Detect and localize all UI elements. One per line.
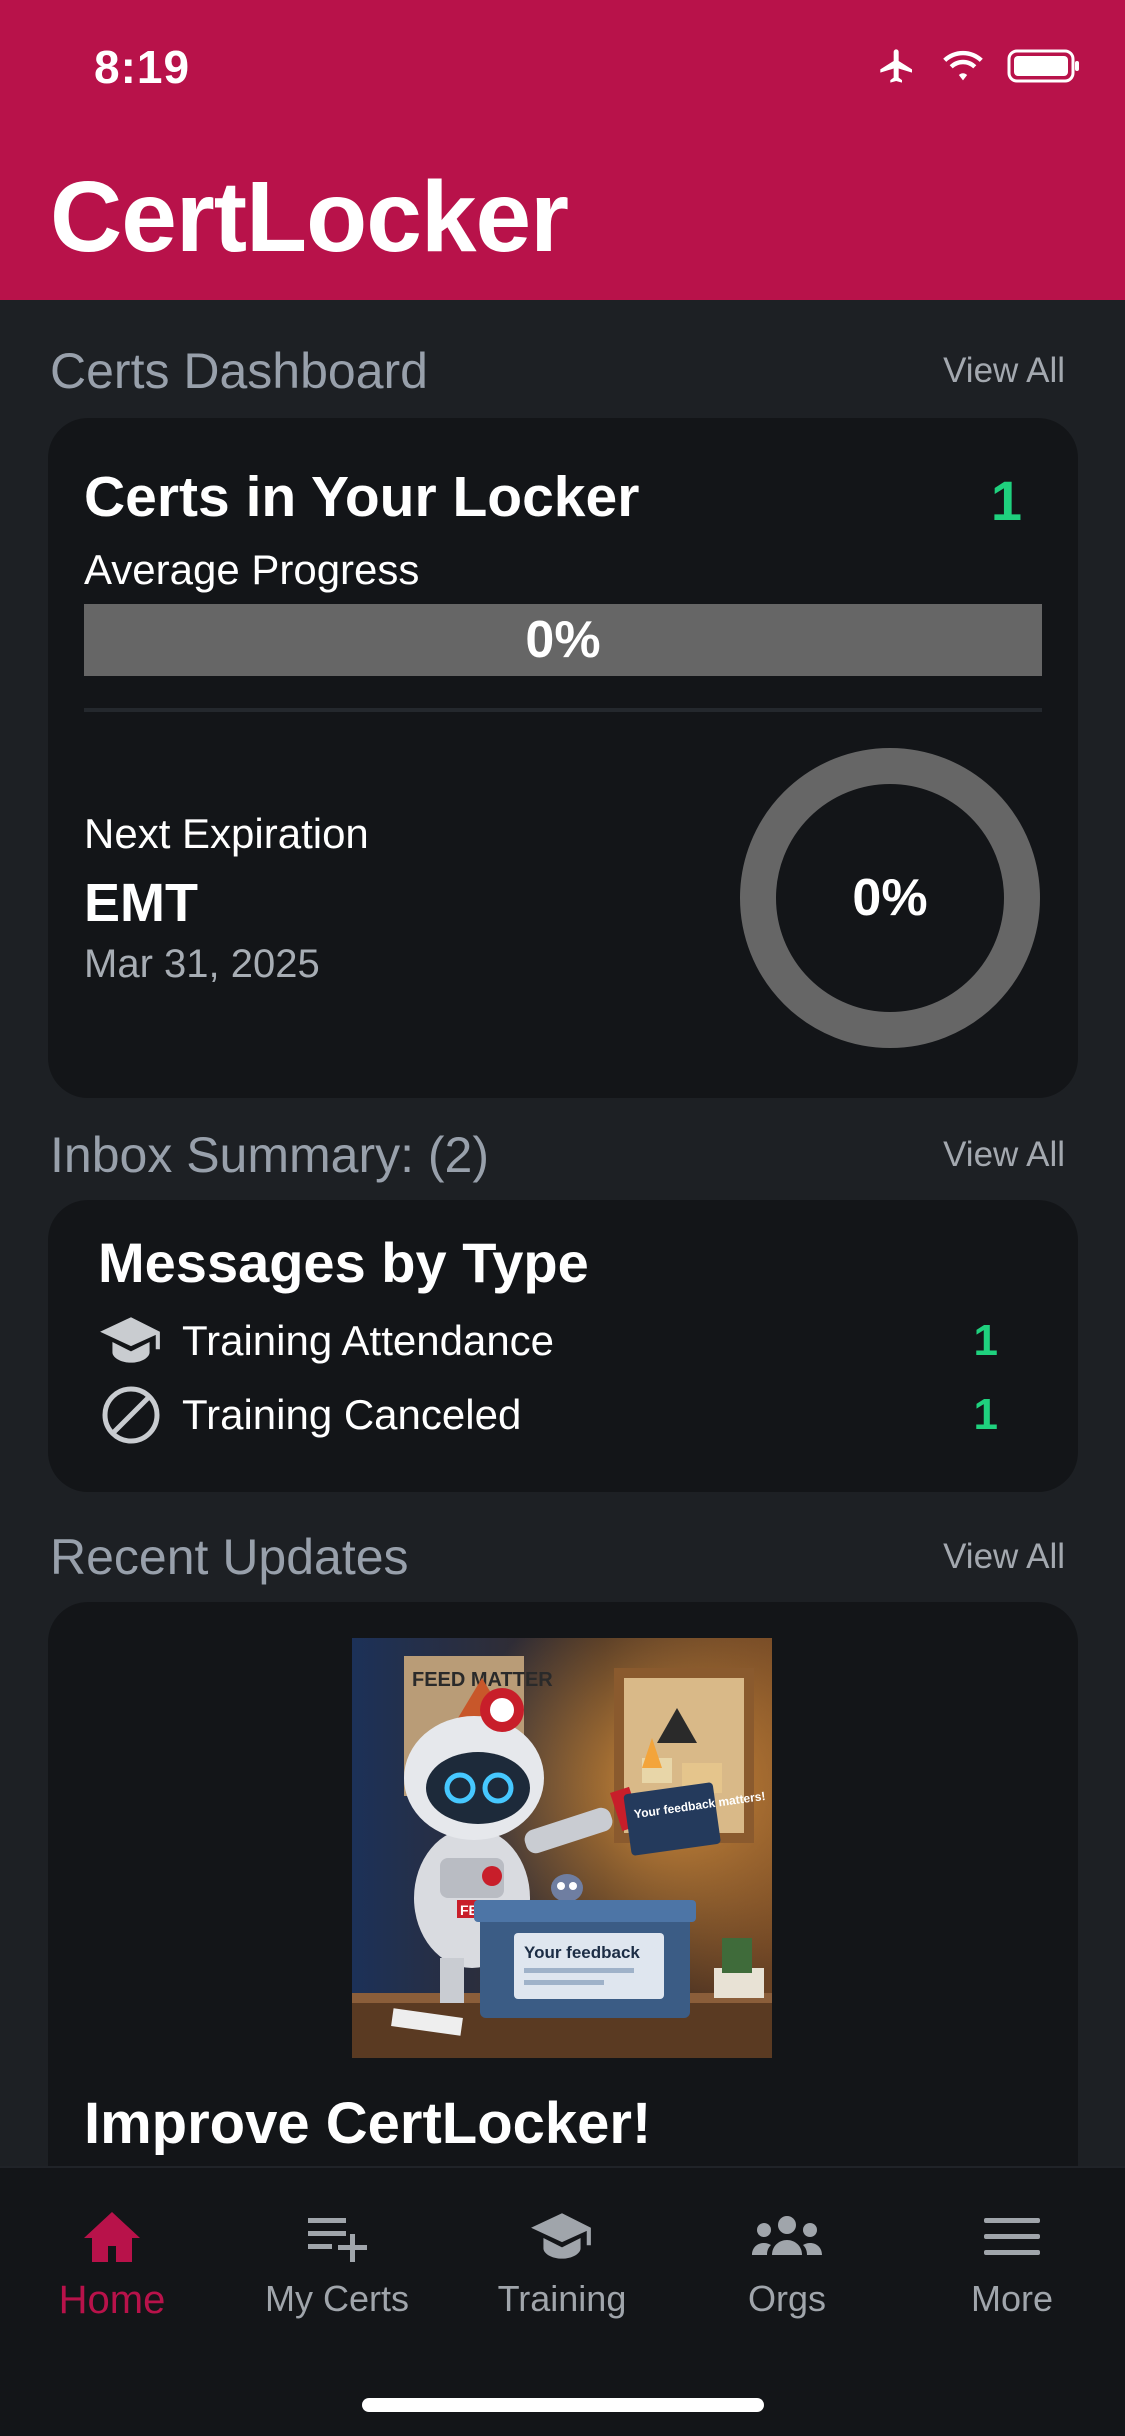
- inbox-card[interactable]: Messages by Type Training Attendance 1 T…: [48, 1200, 1078, 1492]
- tab-my-certs[interactable]: My Certs: [237, 2202, 437, 2332]
- recent-updates-header: Recent Updates View All: [50, 1522, 1065, 1592]
- updates-view-all-link[interactable]: View All: [943, 1537, 1065, 1577]
- certs-card[interactable]: Certs in Your Locker 1 Average Progress …: [48, 418, 1078, 1098]
- average-progress-text: 0%: [525, 611, 601, 669]
- bottom-tab-bar: Home My Certs Training Orgs More: [0, 2166, 1125, 2436]
- ban-icon: [98, 1382, 164, 1448]
- certs-view-all-link[interactable]: View All: [943, 351, 1065, 391]
- app-title: CertLocker: [50, 161, 569, 273]
- certs-count: 1: [990, 469, 1022, 532]
- tab-home[interactable]: Home: [12, 2202, 212, 2332]
- next-expiration-name: EMT: [84, 873, 198, 933]
- battery-icon: [1007, 49, 1079, 83]
- home-indicator: [362, 2398, 764, 2412]
- message-type-count: 1: [973, 1316, 998, 1365]
- message-type-count: 1: [973, 1390, 998, 1439]
- menu-icon: [983, 2202, 1041, 2272]
- wifi-icon: [943, 50, 983, 81]
- section-title: Inbox Summary: (2): [50, 1127, 490, 1183]
- status-time: 8:19: [94, 41, 191, 93]
- tab-more[interactable]: More: [912, 2202, 1112, 2332]
- graduation-cap-icon: [529, 2202, 595, 2272]
- tab-label: My Certs: [265, 2278, 409, 2319]
- message-type-row[interactable]: Training Canceled 1: [98, 1382, 1038, 1448]
- tab-training[interactable]: Training: [462, 2202, 662, 2332]
- certs-card-title: Certs in Your Locker: [84, 465, 640, 529]
- list-add-icon: [306, 2202, 368, 2272]
- airplane-icon: [880, 49, 912, 83]
- message-type-label: Training Attendance: [182, 1317, 555, 1364]
- ring-progress-text: 0%: [852, 869, 928, 927]
- tab-label: Home: [58, 2278, 166, 2322]
- box-text: Your feedback: [524, 1943, 640, 1962]
- inbox-card-title: Messages by Type: [98, 1231, 589, 1294]
- inbox-view-all-link[interactable]: View All: [943, 1135, 1065, 1175]
- feedback-robot-illustration: FEED MATTER FER: [352, 1638, 772, 2058]
- tab-label: Orgs: [747, 2278, 826, 2319]
- app-header: 8:19 CertLocker: [0, 0, 1125, 300]
- status-icons: [875, 46, 1081, 86]
- message-type-label: Training Canceled: [182, 1391, 522, 1438]
- home-icon: [82, 2202, 142, 2272]
- certs-dashboard-header: Certs Dashboard View All: [50, 336, 1065, 406]
- people-icon: [750, 2202, 824, 2272]
- update-image: FEED MATTER FER: [352, 1638, 772, 2058]
- expiration-progress-ring: 0%: [740, 748, 1040, 1048]
- update-title: Improve CertLocker!: [84, 2091, 652, 2156]
- section-title: Certs Dashboard: [50, 343, 428, 399]
- next-expiration-date: Mar 31, 2025: [84, 942, 320, 986]
- message-type-row[interactable]: Training Attendance 1: [98, 1308, 1038, 1374]
- graduation-cap-icon: [98, 1308, 164, 1374]
- next-expiration-label: Next Expiration: [84, 810, 369, 857]
- section-title: Recent Updates: [50, 1529, 409, 1585]
- card-divider: [84, 708, 1042, 712]
- update-card[interactable]: FEED MATTER FER: [48, 1602, 1078, 2242]
- average-progress-label: Average Progress: [84, 546, 420, 593]
- tab-label: More: [970, 2278, 1054, 2319]
- tab-orgs[interactable]: Orgs: [687, 2202, 887, 2332]
- average-progress-bar: 0%: [84, 604, 1042, 676]
- inbox-summary-header: Inbox Summary: (2) View All: [50, 1120, 1065, 1190]
- tab-label: Training: [497, 2278, 627, 2319]
- app-screen: 8:19 CertLocker Certs Dashboard View All…: [0, 0, 1125, 2436]
